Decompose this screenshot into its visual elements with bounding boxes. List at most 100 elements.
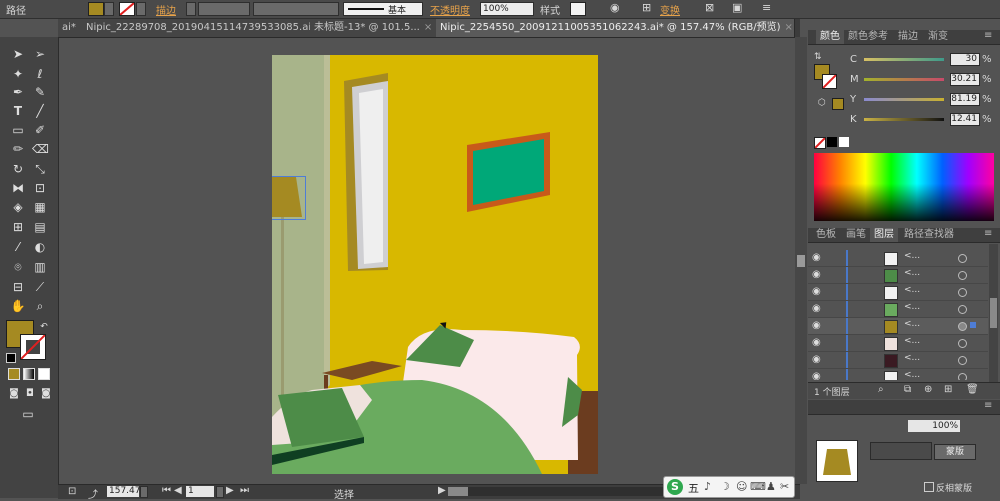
transform-label[interactable]: 变换 <box>660 2 680 17</box>
magic-wand-tool-icon[interactable]: ✦ <box>10 66 26 82</box>
selected-art-indicator[interactable] <box>970 322 976 328</box>
invert-mask-checkbox[interactable] <box>924 482 934 492</box>
target-icon[interactable] <box>958 254 967 263</box>
next-artboard-icon[interactable]: ▶ <box>226 485 234 496</box>
screen-mode-icon[interactable]: ▭ <box>20 406 36 422</box>
prev-artboard-icon[interactable]: ◀ <box>174 485 182 496</box>
layer-name[interactable]: <... <box>904 268 920 278</box>
pen-tool-icon[interactable]: ✒ <box>10 84 26 100</box>
tools-icon[interactable]: ✂ <box>780 480 789 493</box>
black-swatch[interactable] <box>827 137 837 147</box>
channel-c-slider[interactable] <box>864 58 944 61</box>
rectangle-tool-icon[interactable]: ▭ <box>10 122 26 138</box>
channel-m-slider[interactable] <box>864 78 944 81</box>
symbol-sprayer-tool-icon[interactable]: ⌾ <box>10 259 26 275</box>
recolor-icon[interactable]: ◉ <box>610 1 620 14</box>
layer-row-selected[interactable]: ◉ <... <box>808 318 988 335</box>
tab-doc-active[interactable]: Nipic_2254550_20091211005351062243.ai* @… <box>436 19 795 37</box>
shape-builder-tool-icon[interactable]: ◈ <box>10 199 26 215</box>
opacity-input[interactable]: 100% <box>480 2 534 16</box>
paintbrush-tool-icon[interactable]: ✐ <box>32 122 48 138</box>
curvature-tool-icon[interactable]: ✎ <box>32 84 48 100</box>
panel-menu-icon[interactable]: ≡ <box>984 228 992 239</box>
status-menu-arrow-icon[interactable]: ▶ <box>438 485 446 496</box>
width-tool-icon[interactable]: ⧓ <box>10 180 26 196</box>
isolate-icon[interactable]: ⊠ <box>705 1 714 14</box>
visibility-eye-icon[interactable]: ◉ <box>812 321 824 331</box>
make-mask-button[interactable]: 蒙版 <box>934 444 976 460</box>
swap-colors-icon[interactable]: ↶ <box>36 319 52 335</box>
panel-stroke-box[interactable] <box>822 74 837 89</box>
hand-tool-icon[interactable]: ✋ <box>10 298 26 314</box>
stroke-weight-input[interactable] <box>198 2 250 16</box>
visibility-eye-icon[interactable]: ◉ <box>812 287 824 297</box>
target-icon[interactable] <box>958 373 967 380</box>
zoom-tool-icon[interactable]: ⌕ <box>32 298 48 314</box>
layer-name[interactable]: <... <box>904 353 920 363</box>
target-icon[interactable] <box>958 271 967 280</box>
graphic-style-swatch[interactable] <box>570 2 586 16</box>
layer-name[interactable]: <... <box>904 302 920 312</box>
slice-tool-icon[interactable]: ⟋ <box>32 279 48 295</box>
target-icon[interactable] <box>958 288 967 297</box>
input-method-logo-icon[interactable]: S <box>667 479 683 495</box>
keyboard-icon[interactable]: ⌨ <box>750 480 766 493</box>
draw-behind-icon[interactable]: ◘ <box>22 386 38 402</box>
variable-width-dropdown[interactable] <box>253 2 339 16</box>
visibility-eye-icon[interactable]: ◉ <box>812 304 824 314</box>
tab-doc-2[interactable]: Nipic_22289708_20190415114739533085.ai*× <box>82 19 317 37</box>
user-icon[interactable]: ♟ <box>766 480 776 493</box>
pencil-tool-icon[interactable]: ✏ <box>10 141 26 157</box>
layer-name[interactable]: <... <box>904 319 920 329</box>
channel-k-input[interactable]: 12.41 <box>950 113 980 126</box>
visibility-eye-icon[interactable]: ◉ <box>812 355 824 365</box>
tab-doc-3[interactable]: 未标题-13* @ 101.5... × <box>310 19 443 37</box>
stroke-swatch[interactable] <box>119 2 135 16</box>
target-icon[interactable] <box>958 305 967 314</box>
visibility-eye-icon[interactable]: ◉ <box>812 338 824 348</box>
draw-normal-icon[interactable]: ◙ <box>6 386 22 402</box>
tab-color-guide[interactable]: 颜色参考 <box>844 30 892 44</box>
none-mode-icon[interactable] <box>38 368 50 380</box>
new-sublayer-icon[interactable]: ⊕ <box>924 384 932 395</box>
selection-bounding-box[interactable] <box>272 176 306 220</box>
stroke-label[interactable]: 描边 <box>156 2 176 17</box>
tab-color[interactable]: 颜色 <box>816 30 844 44</box>
selection-tool-icon[interactable]: ➤ <box>10 46 26 62</box>
opacity-label[interactable]: 不透明度 <box>430 2 470 17</box>
color-spectrum[interactable] <box>814 153 994 221</box>
artboard[interactable] <box>272 55 598 474</box>
rotate-tool-icon[interactable]: ↻ <box>10 161 26 177</box>
close-icon[interactable]: × <box>424 22 432 33</box>
tab-stroke[interactable]: 描边 <box>894 30 922 44</box>
layer-row[interactable]: ◉ <... <box>808 352 988 369</box>
layers-scrollbar[interactable] <box>989 244 998 382</box>
artboard-dropdown[interactable] <box>216 486 224 498</box>
layer-row[interactable]: ◉ <... <box>808 335 988 352</box>
zoom-input[interactable]: 157.47 <box>107 486 141 497</box>
make-clipping-mask-icon[interactable]: ⧉ <box>904 384 911 395</box>
visibility-eye-icon[interactable]: ◉ <box>812 372 824 381</box>
layers-scroll-thumb[interactable] <box>990 298 997 328</box>
scale-tool-icon[interactable]: ⤡ <box>32 161 48 177</box>
delete-layer-icon[interactable]: 🗑 <box>966 384 979 395</box>
eyedropper-tool-icon[interactable]: ⁄ <box>10 239 26 255</box>
fill-dropdown[interactable] <box>104 2 114 16</box>
locate-object-icon[interactable]: ⌕ <box>878 384 884 395</box>
layer-row[interactable]: ◉ <... <box>808 284 988 301</box>
tab-pathfinder[interactable]: 路径查找器 <box>900 228 958 242</box>
type-tool-icon[interactable]: T <box>10 103 26 119</box>
color-mode-icon[interactable] <box>8 368 20 380</box>
channel-m-input[interactable]: 30.21 <box>950 73 980 86</box>
panel-menu-icon[interactable]: ≡ <box>984 30 992 41</box>
target-icon[interactable] <box>958 322 967 331</box>
tab-layers[interactable]: 图层 <box>870 228 898 242</box>
panel-menu-icon[interactable]: ≡ <box>762 1 771 14</box>
new-layer-icon[interactable]: ⊞ <box>944 384 952 395</box>
zoom-dropdown[interactable] <box>140 486 148 498</box>
stroke-color-box[interactable] <box>20 334 46 360</box>
fill-stroke-toggle-icon[interactable]: ⇅ <box>814 52 822 62</box>
layer-name[interactable]: <... <box>904 370 920 380</box>
tab-swatches[interactable]: 色板 <box>812 228 840 242</box>
share-icon[interactable]: ⤴ <box>88 486 98 501</box>
